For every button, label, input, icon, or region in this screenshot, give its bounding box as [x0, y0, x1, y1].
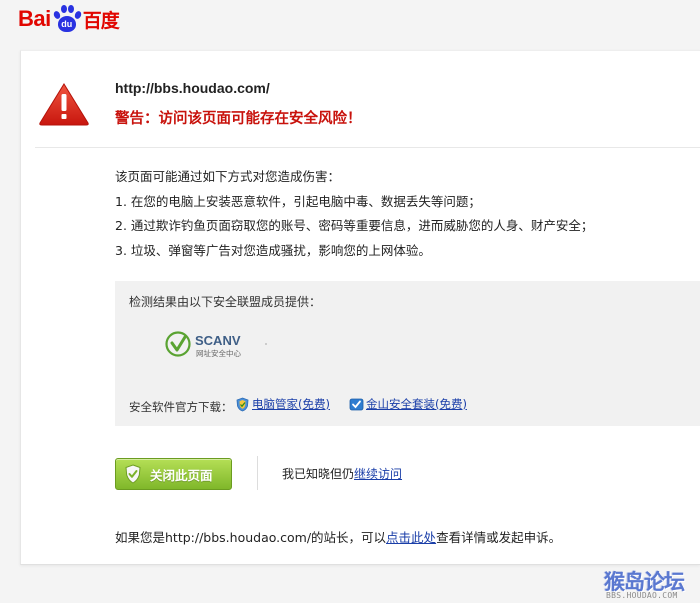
- close-page-label: 关闭此页面: [150, 467, 213, 483]
- security-provider-box: 检测结果由以下安全联盟成员提供： SCANV 网址安全中心 安全软件官方下载： …: [115, 281, 700, 426]
- baidu-logo[interactable]: Bai du 百度: [18, 2, 138, 36]
- kingsoft-shield-icon: [349, 398, 364, 410]
- harm-item: 3. 垃圾、弹窗等广告对您造成骚扰，影响您的上网体验。: [115, 242, 431, 258]
- owner-prefix: 如果您是http://bbs.houdao.com/的站长，可以: [115, 530, 387, 545]
- header: Bai du 百度: [0, 0, 700, 40]
- harm-list: 该页面可能通过如下方式对您造成伤害： 1. 在您的电脑上安装恶意软件，引起电脑中…: [115, 165, 593, 263]
- site-watermark: 猴岛论坛 BBS.HOUDAO.COM: [600, 566, 700, 603]
- logo-text-bai: Bai: [18, 6, 51, 31]
- download-link-guard-label[interactable]: 电脑管家(免费): [252, 396, 330, 412]
- watermark-sub: BBS.HOUDAO.COM: [606, 591, 678, 600]
- provider-title: 检测结果由以下安全联盟成员提供：: [129, 295, 322, 309]
- scanv-logo-sub: 网址安全中心: [196, 348, 241, 358]
- divider: [35, 147, 700, 148]
- appeal-link[interactable]: 点击此处: [386, 530, 436, 545]
- scanv-logo-text: SCANV: [195, 333, 241, 348]
- harm-intro: 该页面可能通过如下方式对您造成伤害：: [115, 169, 341, 184]
- paw-icon: du: [52, 4, 83, 34]
- continue-prefix: 我已知晓但仍: [282, 467, 355, 481]
- shield-check-icon: [125, 464, 141, 484]
- harm-item: 2. 通过欺诈钓鱼页面窃取您的账号、密码等重要信息，进而威胁您的人身、财产安全；: [115, 218, 594, 233]
- separator-dot: [265, 343, 267, 345]
- close-page-button[interactable]: 关闭此页面: [115, 458, 232, 490]
- warning-panel: http://bbs.houdao.com/ 警告：访问该页面可能存在安全风险！…: [20, 50, 700, 565]
- target-url: http://bbs.houdao.com/: [115, 80, 270, 96]
- download-link-guard[interactable]: 电脑管家(免费): [235, 396, 330, 412]
- download-link-kingsoft-label[interactable]: 金山安全套装(免费): [366, 396, 467, 412]
- logo-text-du: du: [57, 16, 76, 32]
- warning-title: 警告：访问该页面可能存在安全风险！: [115, 111, 362, 127]
- warning-triangle-icon: [39, 83, 89, 126]
- continue-visit: 我已知晓但仍继续访问: [282, 465, 402, 482]
- logo-text-cn: 百度: [82, 9, 120, 32]
- continue-visit-link[interactable]: 继续访问: [354, 467, 402, 481]
- download-label: 安全软件官方下载：: [129, 400, 233, 414]
- owner-suffix: 查看详情或发起申诉。: [436, 530, 562, 545]
- scanv-logo[interactable]: SCANV 网址安全中心: [165, 327, 265, 361]
- vertical-divider: [257, 456, 258, 490]
- download-link-kingsoft[interactable]: 金山安全套装(免费): [349, 396, 467, 412]
- harm-item: 1. 在您的电脑上安装恶意软件，引起电脑中毒、数据丢失等问题；: [115, 193, 481, 209]
- owner-appeal-line: 如果您是http://bbs.houdao.com/的站长，可以点击此处查看详情…: [115, 527, 561, 546]
- tencent-guard-icon: [236, 397, 249, 411]
